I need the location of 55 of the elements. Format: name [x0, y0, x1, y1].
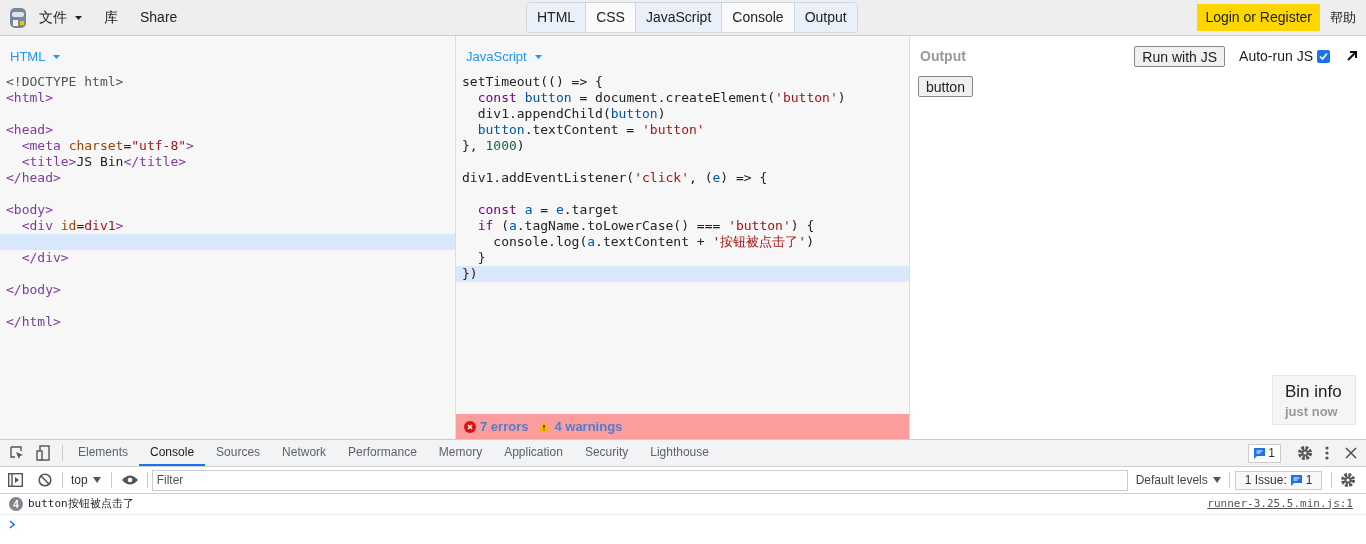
issues-badge[interactable]: 1: [1248, 443, 1281, 463]
panel-tab[interactable]: HTML: [527, 3, 586, 32]
prompt-chevron-icon[interactable]: [9, 520, 16, 529]
autorun-label: Auto-run JS: [1239, 46, 1313, 66]
devtools-tab[interactable]: Memory: [427, 440, 494, 466]
run-button[interactable]: Run with JS: [1134, 45, 1226, 67]
bin-logo-icon: [8, 5, 28, 30]
bin-info-card[interactable]: Bin info just now: [1272, 375, 1356, 425]
help-link[interactable]: 帮助: [1330, 7, 1356, 28]
devtools-tab[interactable]: Security: [573, 440, 640, 466]
settings-icon[interactable]: [1297, 445, 1313, 461]
menu-button[interactable]: 文件: [39, 7, 82, 28]
bin-info-time: just now: [1285, 403, 1339, 421]
caret-icon: [53, 54, 61, 59]
login-button[interactable]: Login or Register: [1197, 4, 1320, 31]
close-icon[interactable]: [1345, 447, 1357, 459]
devtools-tab[interactable]: Network: [271, 440, 338, 466]
panel-tab[interactable]: CSS: [585, 3, 635, 32]
panel-tab[interactable]: Output: [793, 3, 857, 32]
message-icon: [1290, 474, 1302, 486]
output-label: Output: [920, 46, 966, 66]
filter-field[interactable]: Filter: [151, 469, 1128, 491]
issues-button[interactable]: 1 Issue: 1: [1234, 470, 1323, 490]
panel-tab[interactable]: Console: [721, 3, 794, 32]
devtools-tab[interactable]: Sources: [205, 440, 272, 466]
message-icon: [1254, 447, 1266, 459]
console-message: button按钮被点击了: [28, 495, 134, 512]
context-dropdown[interactable]: top: [71, 471, 101, 489]
menu-button[interactable]: 库: [104, 7, 118, 28]
repeat-count-badge: 4: [9, 497, 23, 511]
source-link[interactable]: runner-3.25.5.min.js:1: [1207, 495, 1353, 513]
caret-icon: [1212, 477, 1221, 483]
devtools-tab[interactable]: Performance: [337, 440, 428, 466]
warning-icon: [538, 421, 551, 432]
devtools-tab[interactable]: Lighthouse: [639, 440, 720, 466]
more-options-icon[interactable]: [1325, 446, 1329, 460]
clear-console-icon[interactable]: [38, 473, 52, 487]
autorun-checkbox[interactable]: [1317, 49, 1330, 63]
open-external-arrow-icon[interactable]: [1346, 50, 1358, 62]
devtools-tab[interactable]: Console: [139, 440, 206, 466]
panel-tab[interactable]: JavaScript: [634, 3, 722, 32]
device-toolbar-icon[interactable]: [35, 445, 51, 461]
devtools-tab[interactable]: Application: [493, 440, 574, 466]
error-icon: [464, 420, 476, 433]
settings-icon[interactable]: [1340, 472, 1357, 488]
sidebar-toggle-icon[interactable]: [8, 473, 23, 487]
devtools-tab[interactable]: Elements: [67, 440, 140, 466]
bin-info-title: Bin info: [1285, 382, 1343, 402]
caret-icon: [534, 54, 542, 59]
menu-button[interactable]: Share: [140, 7, 178, 28]
caret-icon: [92, 477, 101, 483]
output-button[interactable]: button: [918, 76, 973, 97]
inspect-cursor-icon[interactable]: [9, 445, 25, 461]
levels-dropdown[interactable]: Default levels: [1135, 471, 1221, 489]
eye-icon[interactable]: [121, 475, 138, 485]
